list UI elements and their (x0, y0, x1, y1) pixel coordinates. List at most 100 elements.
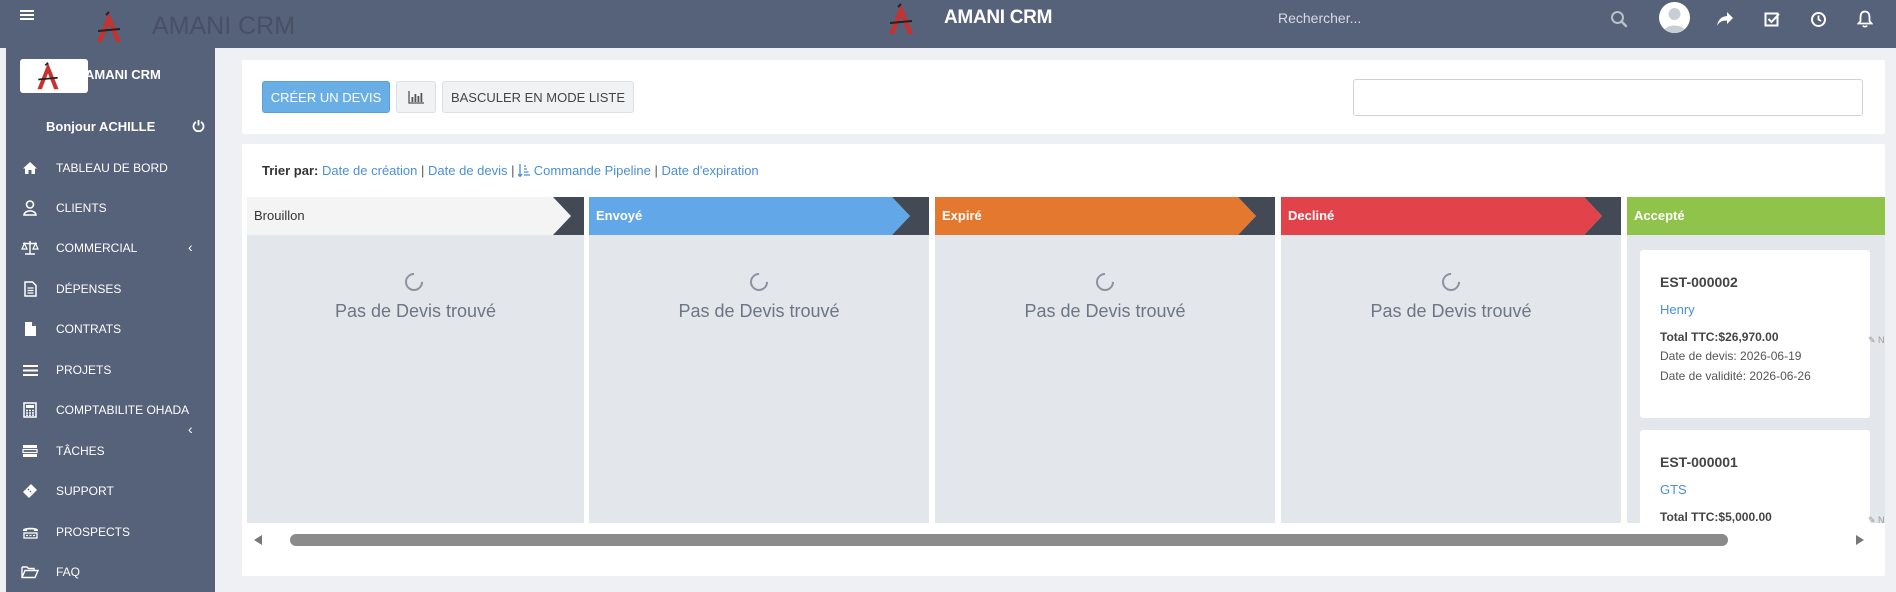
sort-by-expiry-date-link[interactable]: Date d'expiration (662, 163, 759, 178)
column-title: Accepté (1634, 208, 1685, 223)
sidebar-item-depenses[interactable]: DÉPENSES (6, 274, 215, 304)
scrollbar-thumb[interactable] (290, 534, 1728, 546)
menu-toggle-icon[interactable] (20, 10, 34, 20)
sidebar-item-prospects[interactable]: PROSPECTS (6, 517, 215, 547)
toggle-list-mode-button[interactable]: BASCULER EN MODE LISTE (442, 81, 634, 113)
sidebar-item-tableau-de-bord[interactable]: TABLEAU DE BORD (6, 153, 215, 183)
note-icon: ✎ N (1868, 335, 1885, 345)
sidebar-item-label: CLIENTS (56, 201, 107, 215)
kanban-column-expire: Expiré Pas de Devis trouvé (935, 197, 1275, 523)
sidebar: AMANI CRM Bonjour ACHILLE TABLEAU DE BOR… (6, 48, 215, 592)
quote-client-link[interactable]: GTS (1660, 482, 1687, 497)
kanban-column-decline: Decliné Pas de Devis trouvé (1281, 197, 1621, 523)
chart-view-button[interactable] (396, 81, 436, 113)
bell-icon[interactable] (1853, 7, 1877, 31)
clock-icon[interactable] (1806, 7, 1830, 31)
calculator-icon (21, 401, 39, 419)
sidebar-item-label: TABLEAU DE BORD (56, 161, 168, 175)
horizontal-scrollbar[interactable] (250, 530, 1880, 550)
kanban-column-brouillon: Brouillon Pas de Devis trouvé (247, 197, 584, 523)
empty-state-text: Pas de Devis trouvé (678, 301, 840, 321)
kanban-column-accepte: Accepté EST-000002 Henry Total TTC:$26,9… (1627, 197, 1885, 550)
column-body: Pas de Devis trouvé (1281, 235, 1621, 523)
sidebar-item-label: COMMERCIAL (56, 241, 138, 255)
header-brand-title: AMANI CRM (944, 7, 1053, 28)
empty-state-text: Pas de Devis trouvé (334, 301, 497, 321)
sidebar-item-faq[interactable]: FAQ (6, 557, 215, 587)
tty-icon (21, 523, 39, 541)
quote-number: EST-000001 (1660, 454, 1738, 470)
toolbar-panel: CRÉER UN DEVIS BASCULER EN MODE LISTE (242, 60, 1885, 134)
kanban-panel: Trier par: Date de création | Date de de… (242, 144, 1885, 576)
center-logo-icon (889, 3, 913, 34)
sort-label: Trier par: (262, 163, 319, 178)
quote-date: Date de devis: 2026-06-19 (1660, 349, 1802, 363)
sidebar-item-label: PROSPECTS (56, 525, 131, 539)
sidebar-item-label: DÉPENSES (56, 282, 122, 296)
ticket-icon (21, 482, 39, 500)
top-header: AMANI CRM AMANI CRM (0, 0, 1896, 48)
sidebar-item-label: FAQ (56, 565, 81, 579)
column-title: Brouillon (254, 208, 305, 223)
empty-state-text: Pas de Devis trouvé (1024, 301, 1186, 321)
quote-validity: Date de validité: 2026-06-26 (1660, 369, 1811, 383)
user-greeting: Bonjour ACHILLE (46, 119, 156, 134)
sort-by-pipeline-order-link[interactable]: Commande Pipeline (517, 163, 651, 178)
sidebar-logo (20, 59, 88, 93)
quote-card[interactable]: EST-000002 Henry Total TTC:$26,970.00 Da… (1640, 250, 1885, 418)
column-title: Envoyé (596, 208, 643, 223)
column-body: Pas de Devis trouvé (589, 235, 929, 523)
chevron-left-icon: ‹ (188, 421, 193, 437)
sidebar-item-comptabilite-ohada[interactable]: COMPTABILITE OHADA ‹ (6, 395, 215, 437)
kanban-column-envoye: Envoyé Pas de Devis trouvé (589, 197, 929, 523)
column-title: Decliné (1288, 208, 1335, 223)
filter-input[interactable] (1353, 79, 1863, 116)
column-body: Pas de Devis trouvé (247, 235, 584, 523)
scroll-right-icon[interactable] (1856, 535, 1864, 545)
loading-spinner-icon (401, 269, 427, 295)
folder-open-icon (21, 563, 39, 581)
sidebar-logo-icon (37, 62, 59, 90)
sidebar-brand: AMANI CRM (85, 67, 161, 82)
column-body: Pas de Devis trouvé (935, 235, 1275, 523)
sidebar-item-clients[interactable]: CLIENTS (6, 193, 215, 223)
power-icon[interactable] (192, 119, 205, 135)
user-icon (21, 199, 39, 217)
search-icon[interactable] (1607, 7, 1631, 31)
sidebar-item-support[interactable]: SUPPORT (6, 476, 215, 506)
file-text-icon (21, 280, 39, 298)
quote-client-link[interactable]: Henry (1660, 302, 1695, 317)
sort-by-pipeline-order-label: Commande Pipeline (533, 163, 651, 178)
tasks-icon (21, 442, 39, 460)
note-icon: ✎ N (1868, 515, 1885, 525)
loading-spinner-icon (1092, 269, 1118, 295)
avatar[interactable] (1659, 2, 1690, 33)
chevron-left-icon: ‹ (188, 239, 193, 255)
quote-total: Total TTC:$5,000.00 (1660, 510, 1772, 524)
header-brand-faint: AMANI CRM (152, 12, 296, 40)
sidebar-item-label: PROJETS (56, 363, 112, 377)
sidebar-item-label: SUPPORT (56, 484, 114, 498)
sidebar-item-label: COMPTABILITE OHADA (56, 403, 190, 417)
bar-chart-icon (408, 90, 424, 104)
loading-spinner-icon (1438, 269, 1464, 295)
column-header-bg (935, 197, 1275, 235)
sort-by-creation-date-link[interactable]: Date de création (322, 163, 417, 178)
scroll-left-icon[interactable] (254, 535, 262, 545)
sidebar-item-taches[interactable]: TÂCHES (6, 436, 215, 466)
share-icon[interactable] (1713, 7, 1737, 31)
empty-state-text: Pas de Devis trouvé (1370, 301, 1532, 321)
create-quote-button[interactable]: CRÉER UN DEVIS (262, 81, 390, 113)
checkbox-tasks-icon[interactable] (1760, 7, 1784, 31)
loading-spinner-icon (746, 269, 772, 295)
sort-bar: Trier par: Date de création | Date de de… (262, 163, 759, 178)
file-icon (21, 320, 39, 338)
search-input[interactable] (1278, 7, 1638, 29)
sidebar-item-label: CONTRATS (56, 322, 122, 336)
sidebar-item-contrats[interactable]: CONTRATS (6, 314, 215, 344)
brand-logo-icon (97, 11, 121, 42)
sidebar-item-projets[interactable]: PROJETS (6, 355, 215, 385)
sidebar-item-commercial[interactable]: COMMERCIAL ‹ (6, 233, 215, 263)
column-body: EST-000002 Henry Total TTC:$26,970.00 Da… (1627, 235, 1885, 550)
sort-by-quote-date-link[interactable]: Date de devis (428, 163, 508, 178)
